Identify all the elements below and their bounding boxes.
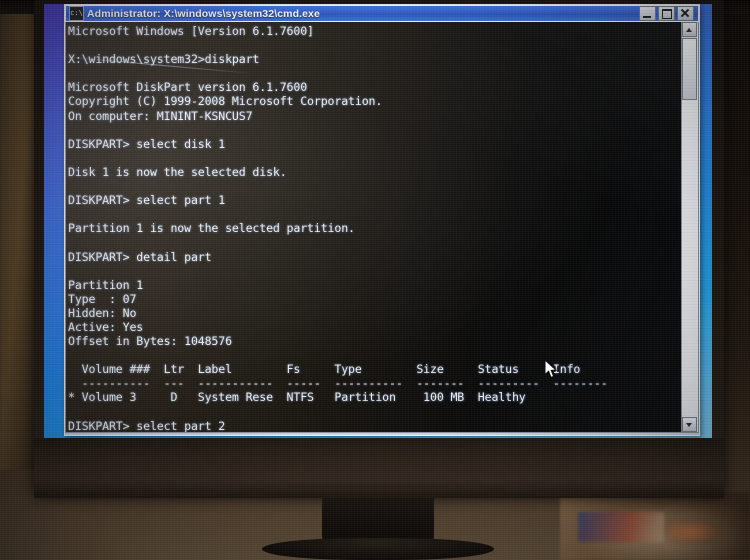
console-line: DISKPART> select disk 1 xyxy=(68,136,226,151)
cmd-icon: c:\ xyxy=(69,6,84,21)
console-line: Disk 1 is now the selected disk. xyxy=(68,164,287,179)
scrollbar-thumb[interactable] xyxy=(682,38,697,100)
console-line: Active: Yes xyxy=(68,319,144,334)
console-text: Microsoft Windows [Version 6.1.7600] X:\… xyxy=(68,24,681,432)
monitor-bezel-bottom: HANNspree xyxy=(34,438,724,498)
close-button[interactable] xyxy=(677,6,694,21)
console-area: Microsoft Windows [Version 6.1.7600] X:\… xyxy=(65,22,699,433)
console-line: Microsoft DiskPart version 6.1.7600 xyxy=(68,80,308,95)
chevron-up-icon xyxy=(686,28,692,32)
maximize-button[interactable] xyxy=(658,6,675,21)
console-line: ---------- --- ----------- ----- -------… xyxy=(68,376,608,391)
console-line: DISKPART> select part 1 xyxy=(68,193,226,208)
photo-of-monitor: HANNspree c:\ Administrator: X:\windows\… xyxy=(0,0,750,560)
window-title: Administrator: X:\windows\system32\cmd.e… xyxy=(87,7,320,20)
console-line: DISKPART> detail part xyxy=(68,249,212,264)
console-line: Offset in Bytes: 1048576 xyxy=(68,334,232,349)
console-line: Volume ### Ltr Label Fs Type Size Status… xyxy=(68,362,581,377)
console-line: Microsoft Windows [Version 6.1.7600] xyxy=(68,24,314,38)
console-scrollbar[interactable] xyxy=(681,22,698,432)
console-line: Copyright (C) 1999-2008 Microsoft Corpor… xyxy=(68,94,383,109)
chevron-down-icon xyxy=(686,423,692,427)
window-controls xyxy=(639,6,696,21)
console-line: DISKPART> select part 2 xyxy=(68,418,226,432)
console-line: Type : 07 xyxy=(68,291,137,306)
console-line: * Volume 3 D System Rese NTFS Partition … xyxy=(68,390,526,405)
cmd-titlebar[interactable]: c:\ Administrator: X:\windows\system32\c… xyxy=(65,5,699,22)
console-line: Hidden: No xyxy=(68,305,137,320)
monitor-screen: c:\ Administrator: X:\windows\system32\c… xyxy=(44,4,712,438)
monitor-stand-neck xyxy=(322,498,434,542)
console-line: Partition 1 xyxy=(68,277,144,292)
console-line: On computer: MININT-KSNCUS7 xyxy=(68,108,253,123)
cmd-window[interactable]: c:\ Administrator: X:\windows\system32\c… xyxy=(64,4,700,436)
desk-clutter xyxy=(560,492,750,560)
minimize-button[interactable] xyxy=(639,6,656,21)
scroll-up-button[interactable] xyxy=(682,22,697,37)
console-output-pane[interactable]: Microsoft Windows [Version 6.1.7600] X:\… xyxy=(66,22,681,432)
scroll-down-button[interactable] xyxy=(682,417,697,432)
console-line: Partition 1 is now the selected partitio… xyxy=(68,221,355,236)
monitor-stand-base xyxy=(262,538,494,560)
